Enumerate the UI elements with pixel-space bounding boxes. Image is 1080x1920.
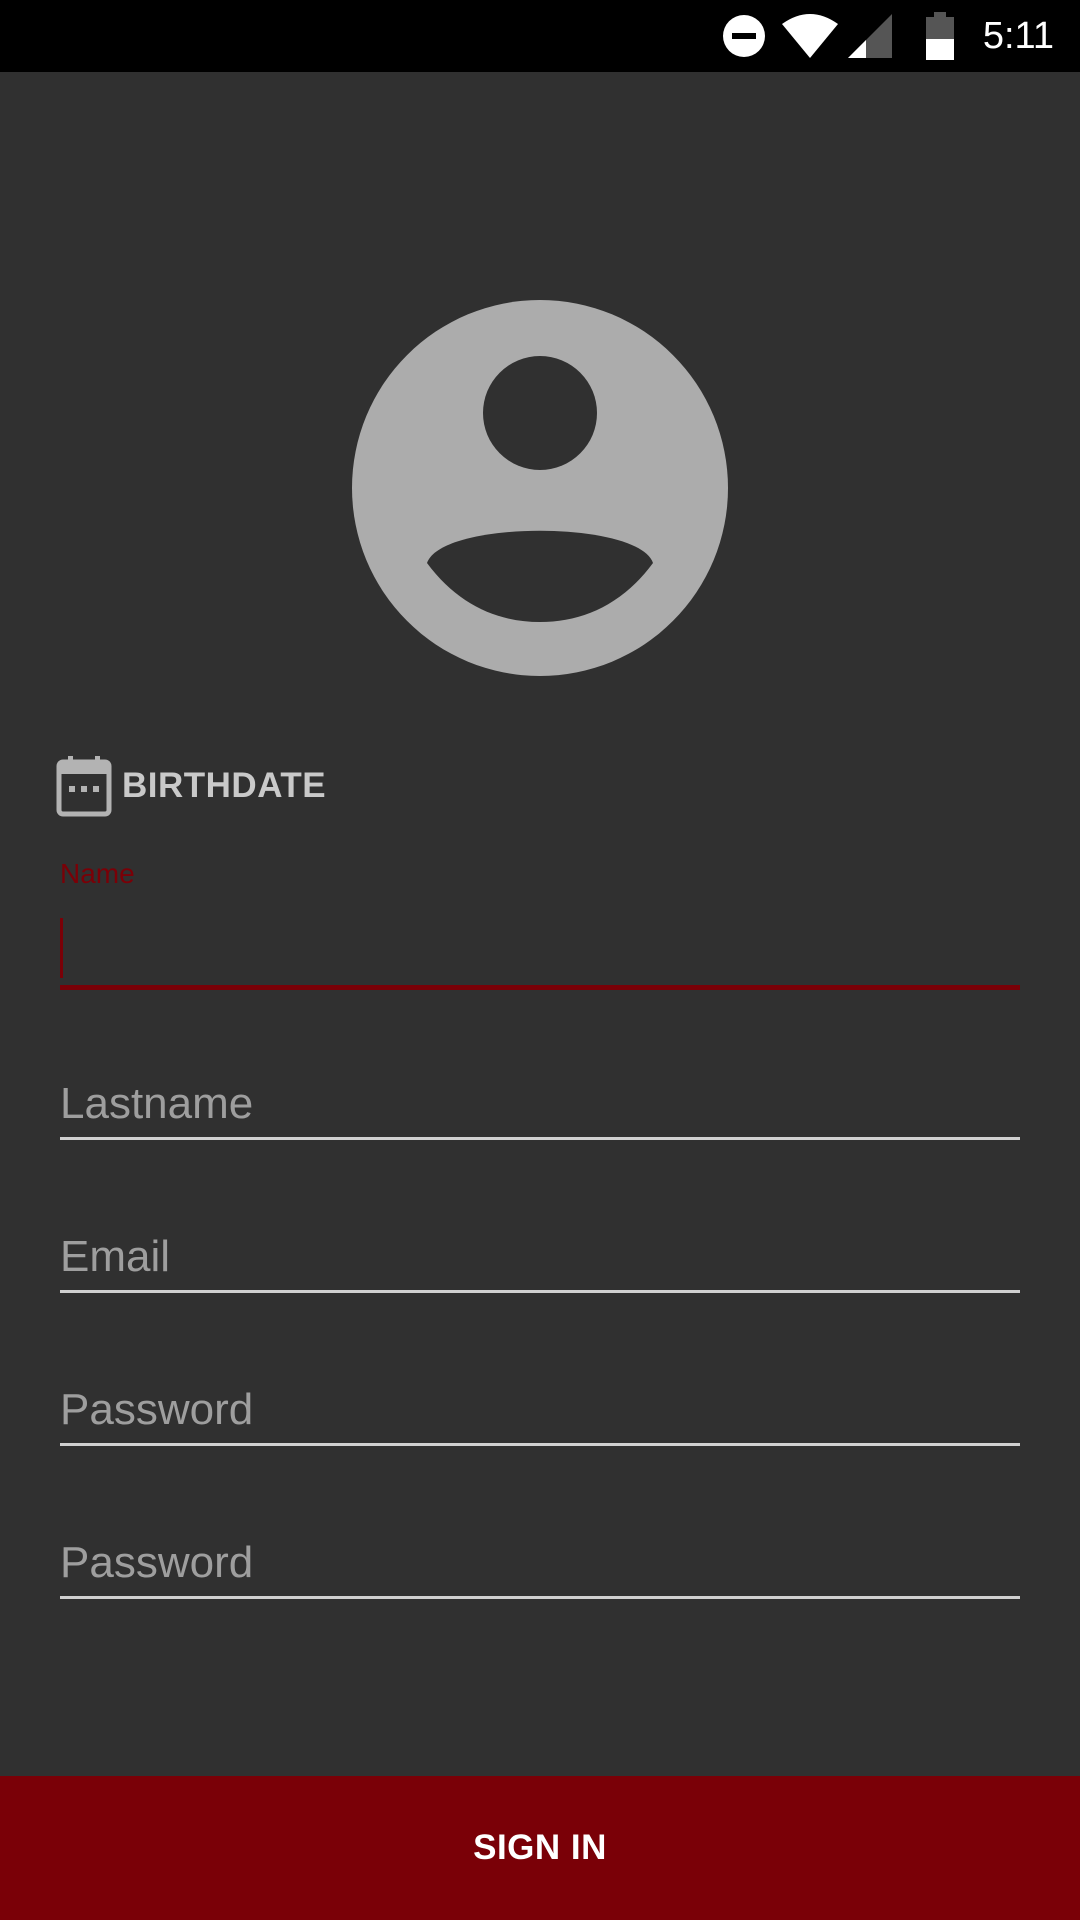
sign-in-label: SIGN IN xyxy=(473,1828,607,1867)
confirm-password-field[interactable] xyxy=(60,1521,1020,1599)
name-field[interactable]: Name xyxy=(60,858,1020,990)
confirm-password-input[interactable] xyxy=(60,1533,1020,1593)
email-field[interactable] xyxy=(60,1215,1020,1293)
status-time: 5:11 xyxy=(982,15,1054,57)
password-field-underline xyxy=(60,1443,1020,1446)
status-bar: 5:11 xyxy=(0,0,1080,72)
do-not-disturb-icon xyxy=(723,15,765,57)
account-circle-icon[interactable] xyxy=(352,300,728,676)
birthdate-label: BIRTHDATE xyxy=(122,766,327,805)
password-field[interactable] xyxy=(60,1368,1020,1446)
name-field-underline xyxy=(60,985,1020,990)
sign-in-button[interactable]: SIGN IN xyxy=(0,1776,1080,1920)
birthdate-button[interactable]: BIRTHDATE xyxy=(56,754,326,818)
email-input[interactable] xyxy=(60,1227,1020,1287)
lastname-field[interactable] xyxy=(60,1062,1020,1140)
wifi-icon xyxy=(782,14,838,58)
lastname-field-underline xyxy=(60,1137,1020,1140)
email-field-underline xyxy=(60,1290,1020,1293)
lastname-input[interactable] xyxy=(60,1074,1020,1134)
battery-icon xyxy=(926,12,954,60)
cell-signal-icon xyxy=(848,14,892,58)
text-cursor xyxy=(60,918,63,978)
sign-up-screen: 5:11 BIRTHDATE Name Lastname Email SIGN … xyxy=(0,0,1080,1920)
confirm-password-field-underline xyxy=(60,1596,1020,1599)
name-input[interactable] xyxy=(60,924,1020,984)
name-field-label: Name xyxy=(60,858,135,889)
calendar-icon xyxy=(56,756,112,817)
password-input[interactable] xyxy=(60,1380,1020,1440)
